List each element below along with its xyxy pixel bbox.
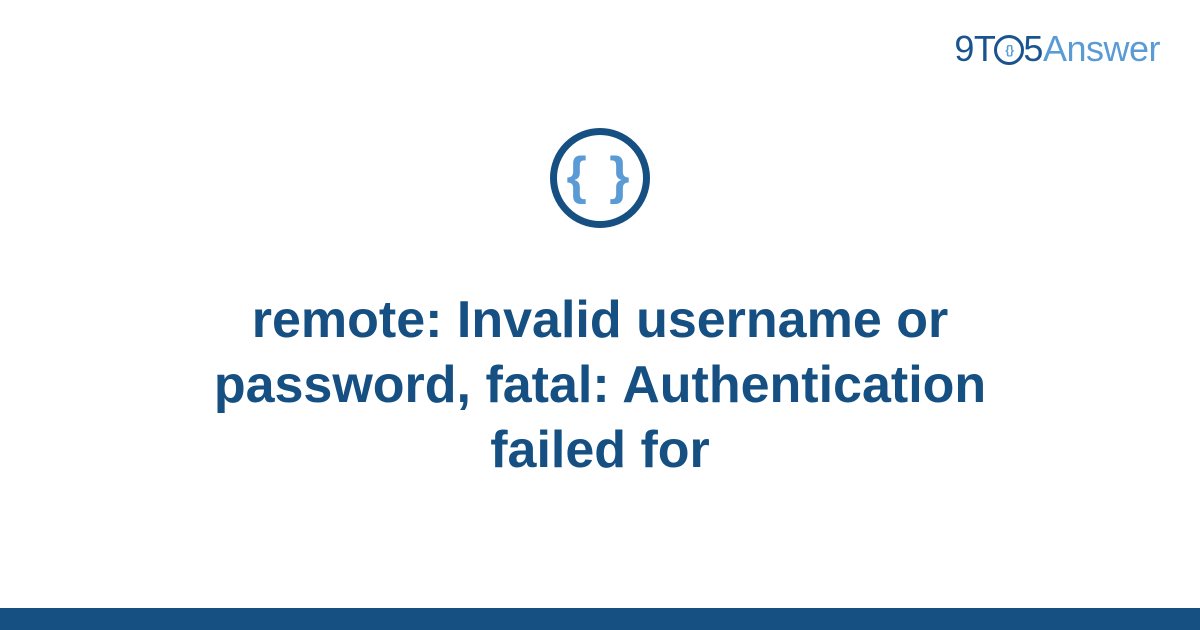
footer-bar <box>0 608 1200 630</box>
site-logo[interactable]: 9T {} 5Answer <box>954 28 1160 70</box>
logo-text-answer: Answer <box>1043 28 1160 70</box>
braces-glyph: { } <box>567 150 634 202</box>
logo-text-9t: 9T <box>954 28 995 70</box>
logo-circle-icon: {} <box>994 35 1024 65</box>
page-title: remote: Invalid username or password, fa… <box>150 288 1050 483</box>
logo-circle-braces: {} <box>1005 44 1013 56</box>
logo-text-5: 5 <box>1023 28 1043 70</box>
main-content: { } remote: Invalid username or password… <box>0 128 1200 483</box>
braces-circle-icon: { } <box>550 128 650 228</box>
